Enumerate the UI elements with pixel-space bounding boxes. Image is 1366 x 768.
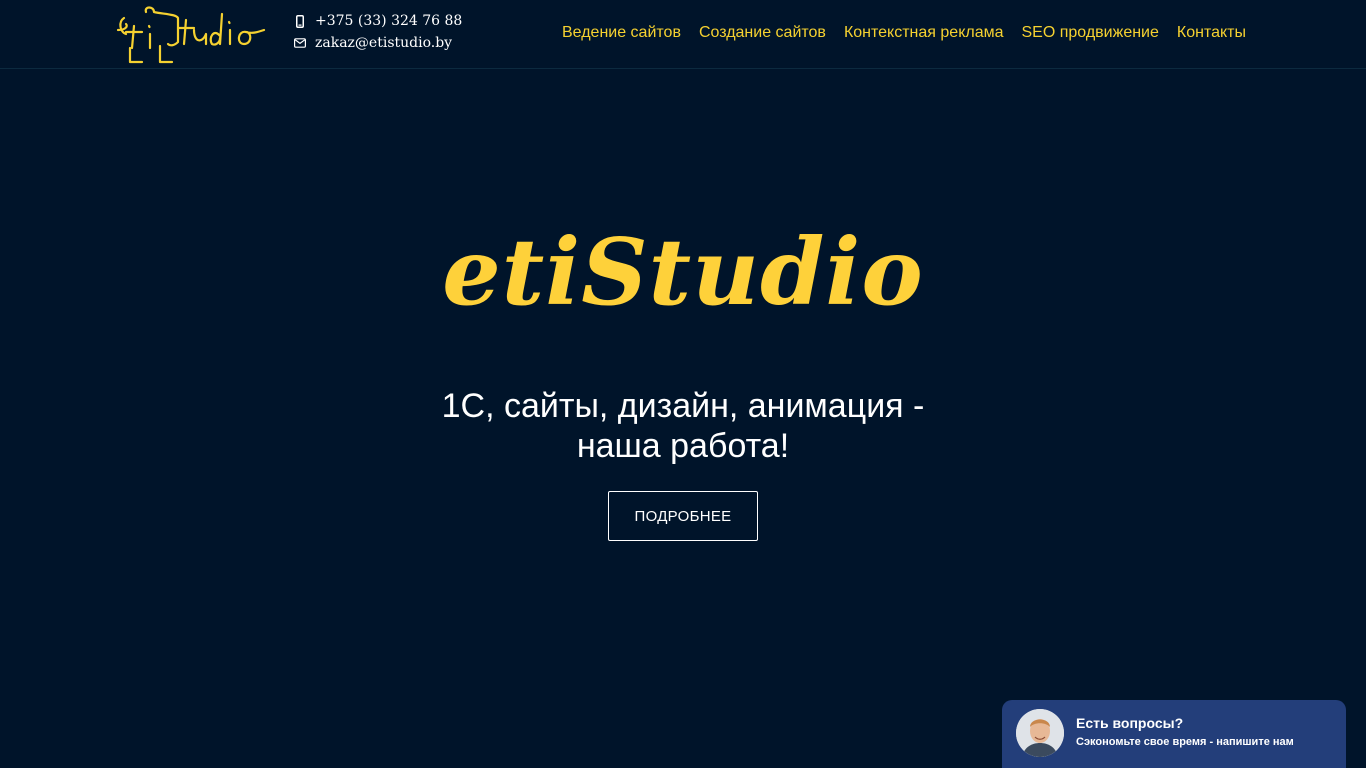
email-row: zakaz@etistudio.by [294,32,462,54]
chat-title: Есть вопросы? [1076,715,1184,731]
phone-row: +375 (33) 324 76 88 [294,10,462,32]
hero-title: etiStudio [442,218,924,326]
hero-subtitle-line-1: 1С, сайты, дизайн, анимация - [441,387,925,425]
envelope-icon [294,36,306,50]
hero-subtitle-line-2: наша работа! [576,427,790,465]
main-nav: Ведение сайтов Создание сайтов Контекстн… [562,22,1246,44]
chat-text: Сэкономьте свое время - напишите нам [1076,736,1294,748]
more-button[interactable]: ПОДРОБНЕЕ [608,491,758,541]
site-header: +375 (33) 324 76 88 zakaz@etistudio.by В… [0,0,1366,69]
etistudio-logo-icon [116,6,266,64]
nav-item-contacts[interactable]: Контакты [1177,22,1246,44]
chat-widget[interactable]: Есть вопросы? Сэкономьте свое время - на… [1002,700,1346,768]
email-link[interactable]: zakaz@etistudio.by [315,32,452,54]
nav-item-context-ads[interactable]: Контекстная реклама [844,22,1004,44]
nav-item-site-creation[interactable]: Создание сайтов [699,22,826,44]
nav-item-site-maintenance[interactable]: Ведение сайтов [562,22,681,44]
header-contacts: +375 (33) 324 76 88 zakaz@etistudio.by [294,10,462,54]
hero-subtitle: 1С, сайты, дизайн, анимация - наша работ… [0,386,1366,466]
mobile-phone-icon [294,14,306,28]
phone-link[interactable]: +375 (33) 324 76 88 [315,10,462,32]
site-logo[interactable] [114,4,294,66]
operator-avatar [1016,709,1064,757]
nav-item-seo[interactable]: SEO продвижение [1022,22,1159,44]
